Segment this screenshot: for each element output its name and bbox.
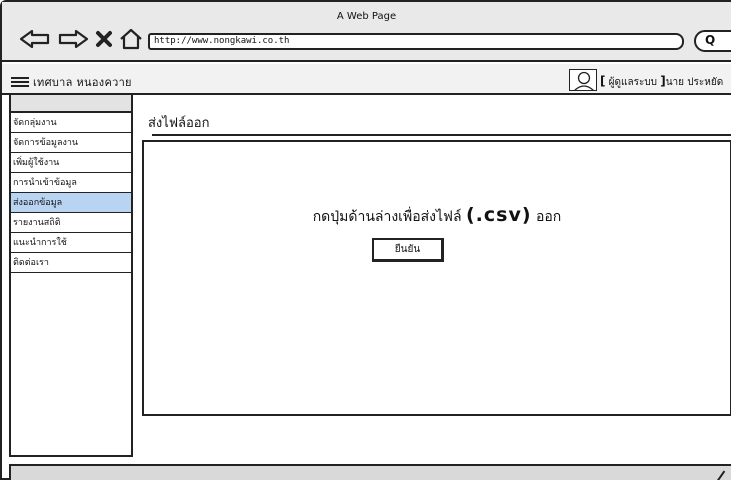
stop-button[interactable]	[94, 28, 114, 50]
brand-title: เทศบาล หนองควาย	[33, 76, 132, 89]
sidebar-item-add-user[interactable]: เพิ่มผู้ใช้งาน	[11, 153, 131, 173]
user-info: [ ผู้ดูแลระบบ ]นาย ประหยัด	[600, 74, 723, 90]
sidebar-item-export-data[interactable]: ส่งออกข้อมูล	[11, 193, 131, 213]
sidebar-item-usage-guide[interactable]: แนะนำการใช้	[11, 233, 131, 253]
sidebar-item-statistics-report[interactable]: รายงานสถิติ	[11, 213, 131, 233]
forward-arrow-icon	[58, 29, 89, 49]
close-icon	[96, 31, 112, 47]
back-button[interactable]	[18, 28, 52, 50]
home-icon	[120, 28, 142, 50]
confirm-button[interactable]: ยืนยัน	[372, 238, 444, 262]
sidebar-item-contact-us[interactable]: ติดต่อเรา	[11, 253, 131, 273]
export-message: กดปุ่มด้านล่างเพื่อส่งไฟล์ (.csv) ออก	[144, 204, 730, 228]
menu-icon[interactable]	[11, 77, 29, 87]
export-panel: กดปุ่มด้านล่างเพื่อส่งไฟล์ (.csv) ออก ยื…	[142, 140, 731, 416]
message-suffix: ออก	[531, 209, 562, 225]
forward-button[interactable]	[56, 28, 90, 50]
sidebar: จัดกลุ่มงาน จัดการข้อมูลงาน เพิ่มผู้ใช้ง…	[9, 93, 133, 457]
sidebar-item-manage-job-data[interactable]: จัดการข้อมูลงาน	[11, 133, 131, 153]
sidebar-item-job-groups[interactable]: จัดกลุ่มงาน	[11, 113, 131, 133]
sidebar-item-import-data[interactable]: การนำเข้าข้อมูล	[11, 173, 131, 193]
window-title: A Web Page	[336, 11, 397, 22]
user-role: ผู้ดูแลระบบ	[605, 77, 661, 88]
search-button[interactable]: Q	[694, 30, 731, 52]
user-avatar-icon[interactable]	[569, 69, 597, 91]
message-prefix: กดปุ่มด้านล่างเพื่อส่งไฟล์	[312, 209, 466, 225]
page-title: ส่งไฟล์ออก	[148, 116, 210, 131]
user-name: นาย ประหยัด	[665, 77, 724, 88]
back-arrow-icon	[19, 29, 50, 49]
sidebar-header	[11, 95, 131, 113]
title-bar: A Web Page http://www.nongkawi.co.th Q	[2, 2, 731, 62]
search-icon: Q	[705, 33, 716, 47]
address-bar[interactable]: http://www.nongkawi.co.th	[148, 33, 684, 50]
home-button[interactable]	[118, 28, 144, 50]
file-type-label: (.csv)	[465, 204, 532, 226]
footer-bar	[9, 464, 731, 480]
browser-window: A Web Page http://www.nongkawi.co.th Q เ…	[0, 0, 731, 480]
